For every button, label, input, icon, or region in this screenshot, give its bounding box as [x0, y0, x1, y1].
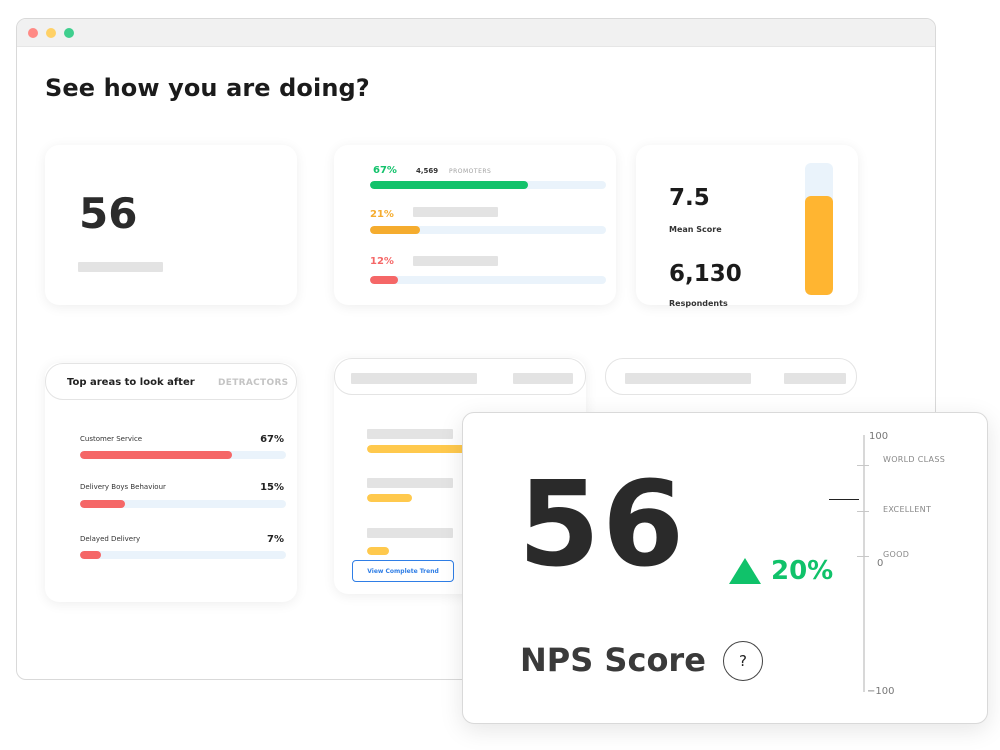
- nps-score-panel: 56 20% NPS Score ? 100 0 −100 WORLD CLAS…: [462, 412, 988, 724]
- top-areas-header: Top areas to look after DETRACTORS: [45, 363, 297, 400]
- view-complete-trend-button[interactable]: View Complete Trend: [352, 560, 454, 582]
- page-title: See how you are doing?: [45, 74, 370, 102]
- nps-score-label: NPS Score: [520, 641, 706, 679]
- respondents-label: Respondents: [669, 299, 728, 308]
- promoters-label: PROMOTERS: [449, 168, 492, 175]
- passives-label-placeholder: [413, 207, 498, 217]
- area-label-customer-service: Customer Service: [80, 435, 143, 443]
- distribution-card: 67% 4,569 PROMOTERS 21% 12%: [334, 145, 616, 305]
- scale-tick: [857, 556, 869, 557]
- detractors-label-placeholder: [413, 256, 498, 266]
- scale-category-world-class: WORLD CLASS: [883, 455, 946, 464]
- area-bar-delayed-delivery: [80, 551, 286, 559]
- help-button[interactable]: ?: [723, 641, 763, 681]
- scale-max-label: 100: [869, 431, 889, 442]
- tab-detractors[interactable]: DETRACTORS: [218, 378, 288, 388]
- scale-min-label: −100: [867, 686, 895, 697]
- area-pct-customer-service: 67%: [260, 434, 284, 445]
- nps-score-value: 56: [518, 455, 687, 593]
- trend-row-placeholder: [367, 478, 453, 488]
- scale-category-excellent: EXCELLENT: [883, 505, 932, 514]
- scale-tick: [857, 511, 869, 512]
- top-areas-title: Top areas to look after: [67, 377, 195, 388]
- trend-bar-fill: [367, 445, 467, 453]
- top-areas-card: Top areas to look after DETRACTORS Custo…: [45, 363, 297, 602]
- area-label-delivery-boys: Delivery Boys Behaviour: [80, 483, 166, 491]
- promoters-bar: [370, 181, 606, 189]
- nps-change: 20%: [729, 556, 833, 586]
- score-caption-placeholder: [78, 262, 163, 272]
- area-bar-fill: [80, 451, 233, 459]
- nps-change-value: 20%: [771, 556, 834, 586]
- trend-row-placeholder: [367, 429, 453, 439]
- secondary-title-placeholder: [625, 373, 751, 384]
- trend-bar-fill: [367, 547, 390, 555]
- minimize-window-dot[interactable]: [46, 28, 56, 38]
- trend-header: [334, 358, 586, 395]
- area-pct-delayed-delivery: 7%: [267, 534, 284, 545]
- promoters-bar-fill: [370, 181, 529, 189]
- title-bar: [17, 19, 935, 47]
- scale-mid-label: 0: [877, 558, 884, 569]
- scale-tick: [857, 465, 869, 466]
- detractors-bar: [370, 276, 606, 284]
- area-label-delayed-delivery: Delayed Delivery: [80, 535, 141, 543]
- area-bar-fill: [80, 551, 101, 559]
- area-bar-customer-service: [80, 451, 286, 459]
- area-bar-fill: [80, 500, 126, 508]
- score-card: 56: [45, 145, 297, 305]
- arrow-up-icon: [729, 558, 761, 584]
- score-value: 56: [79, 189, 138, 238]
- detractors-pct: 12%: [370, 256, 394, 267]
- mean-score-label: Mean Score: [669, 225, 722, 234]
- respondents-value: 6,130: [669, 261, 742, 287]
- area-pct-delivery-boys: 15%: [260, 482, 284, 493]
- trend-title-placeholder: [351, 373, 477, 384]
- area-bar-delivery-boys: [80, 500, 286, 508]
- passives-bar-fill: [370, 226, 420, 234]
- secondary-card: [605, 358, 857, 402]
- detractors-bar-fill: [370, 276, 399, 284]
- promoters-pct: 67%: [373, 165, 397, 176]
- scale-category-good: GOOD: [883, 550, 910, 559]
- mean-score-gauge-fill: [805, 196, 833, 295]
- trend-tab-placeholder: [513, 373, 573, 384]
- mean-score-gauge: [805, 163, 833, 295]
- trend-bar-fill: [367, 494, 412, 502]
- secondary-header: [605, 358, 857, 395]
- passives-bar: [370, 226, 606, 234]
- maximize-window-dot[interactable]: [64, 28, 74, 38]
- secondary-tab-placeholder: [784, 373, 846, 384]
- mean-score-value: 7.5: [669, 185, 710, 211]
- close-window-dot[interactable]: [28, 28, 38, 38]
- nps-scale-axis: [863, 435, 865, 692]
- passives-pct: 21%: [370, 209, 394, 220]
- promoters-count: 4,569: [416, 167, 439, 175]
- nps-score-marker: [829, 499, 859, 500]
- trend-row-placeholder: [367, 528, 453, 538]
